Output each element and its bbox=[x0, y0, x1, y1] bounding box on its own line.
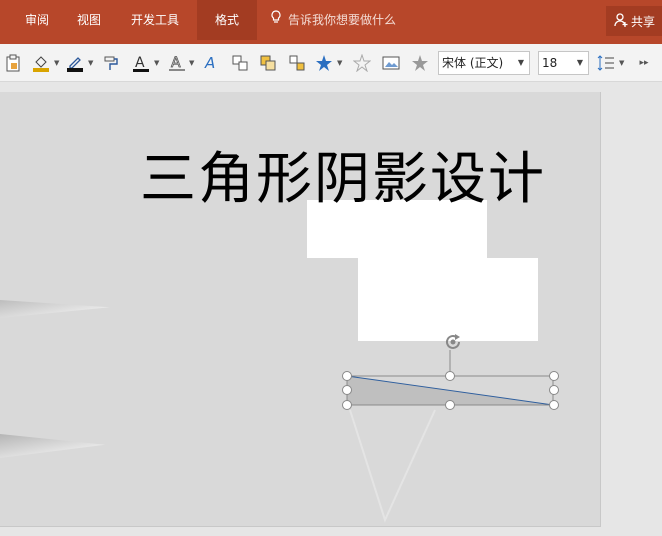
resize-handle-w[interactable] bbox=[342, 385, 352, 395]
font-color-dropdown-icon[interactable]: ▼ bbox=[154, 52, 159, 74]
format-toolbar: ▼ ▼ A ▼ A ▼ A ▼ 宋体 (正文) ▼ 18 ▼ ▼ ▸▸ bbox=[0, 44, 662, 82]
font-name-value: 宋体 (正文) bbox=[442, 56, 504, 70]
resize-handle-se[interactable] bbox=[549, 400, 559, 410]
fill-dropdown-icon[interactable]: ▼ bbox=[54, 52, 59, 74]
picture-icon[interactable] bbox=[380, 52, 402, 74]
ribbon-tab-bar: 审阅 视图 开发工具 格式 告诉我你想要做什么 共享 bbox=[0, 0, 662, 44]
tab-view[interactable]: 视图 bbox=[66, 0, 112, 40]
line-color-icon[interactable] bbox=[64, 52, 86, 74]
slide-title[interactable]: 三角形阴影设计 bbox=[140, 148, 546, 212]
svg-text:A: A bbox=[135, 55, 145, 71]
font-size-value: 18 bbox=[542, 56, 558, 70]
share-button[interactable]: 共享 bbox=[606, 6, 662, 36]
star-icon[interactable] bbox=[409, 52, 431, 74]
tab-format[interactable]: 格式 bbox=[197, 0, 257, 40]
line-spacing-icon[interactable] bbox=[595, 52, 617, 74]
svg-text:A: A bbox=[171, 55, 181, 71]
more-icon[interactable]: ▸▸ bbox=[633, 52, 655, 74]
shadow-v-lines bbox=[349, 409, 436, 523]
chevron-down-icon: ▼ bbox=[576, 58, 583, 67]
person-add-icon bbox=[613, 12, 629, 31]
text-outline-dropdown-icon[interactable]: ▼ bbox=[189, 52, 194, 74]
lightbulb-icon bbox=[270, 0, 282, 40]
font-size-select[interactable]: 18 ▼ bbox=[538, 51, 589, 75]
resize-handle-s[interactable] bbox=[445, 400, 455, 410]
arrange-icon[interactable] bbox=[229, 52, 251, 74]
share-label: 共享 bbox=[630, 14, 655, 29]
align-icon[interactable] bbox=[286, 52, 308, 74]
star-outline-icon[interactable] bbox=[351, 52, 373, 74]
resize-handle-ne[interactable] bbox=[549, 371, 559, 381]
tell-me-box[interactable]: 告诉我你想要做什么 bbox=[270, 0, 396, 40]
tell-me-text: 告诉我你想要做什么 bbox=[288, 13, 397, 27]
star-dropdown-icon[interactable]: ▼ bbox=[337, 52, 342, 74]
svg-text:A: A bbox=[204, 54, 215, 72]
tab-review[interactable]: 审阅 bbox=[14, 0, 60, 40]
chevron-down-icon: ▼ bbox=[517, 58, 524, 67]
clipboard-icon[interactable] bbox=[2, 52, 24, 74]
star-shape-icon[interactable] bbox=[313, 52, 335, 74]
resize-handle-e[interactable] bbox=[549, 385, 559, 395]
line-dropdown-icon[interactable]: ▼ bbox=[88, 52, 93, 74]
text-outline-icon[interactable]: A bbox=[166, 52, 188, 74]
resize-handle-nw[interactable] bbox=[342, 371, 352, 381]
rotate-handle-icon[interactable] bbox=[442, 331, 464, 353]
resize-handle-sw[interactable] bbox=[342, 400, 352, 410]
white-rectangle-2[interactable] bbox=[358, 258, 538, 341]
font-color-icon[interactable]: A bbox=[130, 52, 152, 74]
group-icon[interactable] bbox=[257, 52, 279, 74]
line-spacing-dropdown-icon[interactable]: ▼ bbox=[619, 52, 624, 74]
format-painter-icon[interactable] bbox=[100, 52, 122, 74]
resize-handle-n[interactable] bbox=[445, 371, 455, 381]
fill-color-icon[interactable] bbox=[30, 52, 52, 74]
font-name-select[interactable]: 宋体 (正文) ▼ bbox=[438, 51, 530, 75]
tab-developer[interactable]: 开发工具 bbox=[122, 0, 188, 40]
text-effects-icon[interactable]: A bbox=[200, 52, 222, 74]
